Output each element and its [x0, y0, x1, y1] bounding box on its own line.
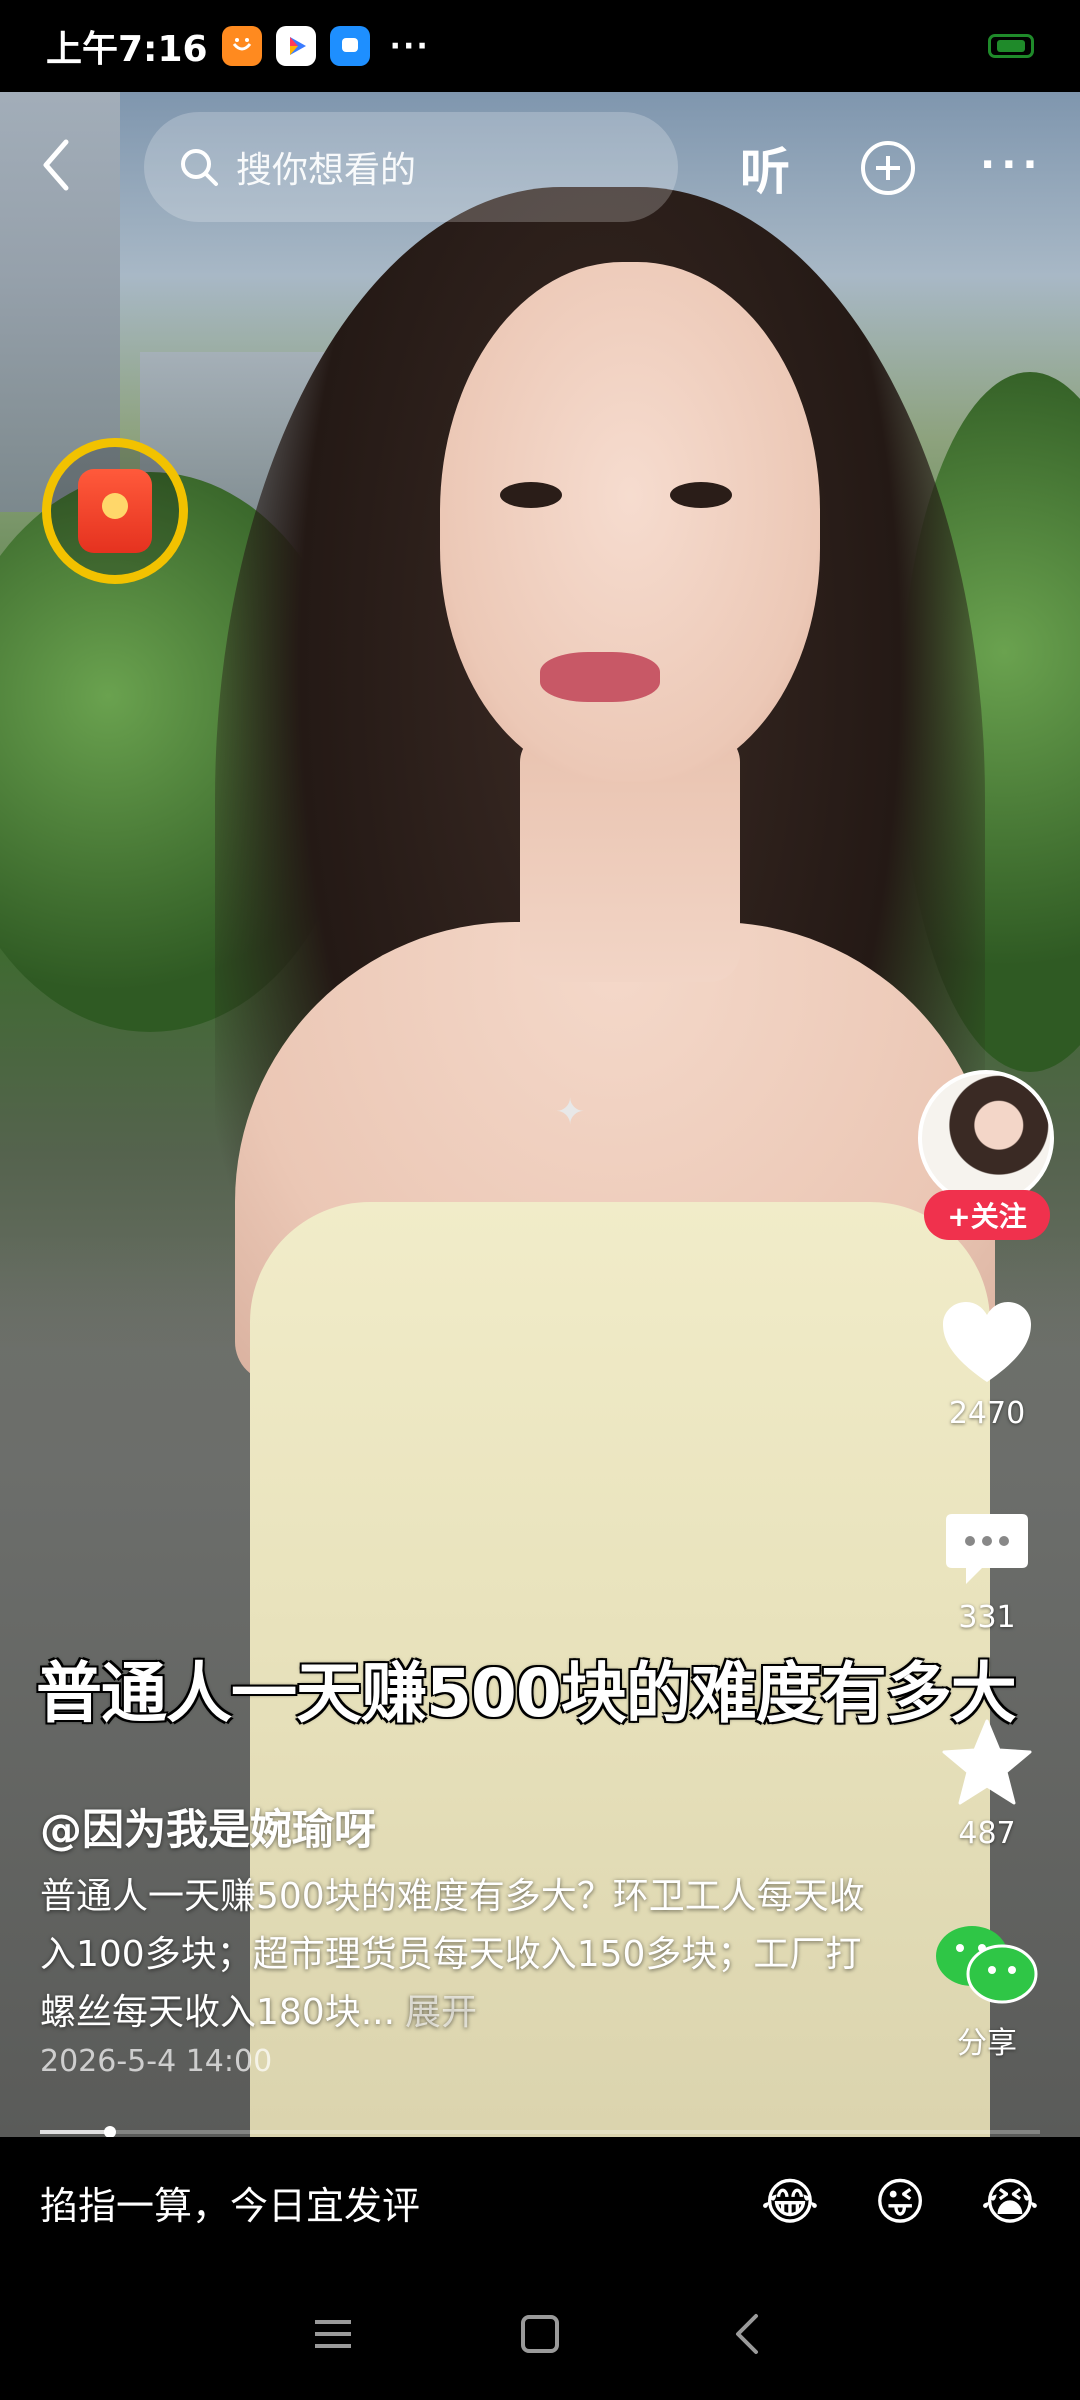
plus-circle-icon	[861, 141, 915, 195]
share-button[interactable]: 分享	[917, 1922, 1057, 2062]
status-indicators	[988, 34, 1034, 58]
menu-button[interactable]	[303, 2304, 363, 2364]
more-button[interactable]: ···	[980, 142, 1044, 188]
person-eye	[500, 482, 562, 508]
back-button[interactable]	[36, 130, 96, 210]
progress-fill	[40, 2130, 110, 2134]
listen-button[interactable]: 听	[740, 132, 790, 204]
crying-emoji-button[interactable]: 😭	[980, 2172, 1040, 2232]
person-eye	[670, 482, 732, 508]
search-input[interactable]: 搜你想看的	[144, 112, 678, 222]
chevron-left-icon	[43, 139, 69, 191]
video-player-icon	[275, 26, 316, 66]
heart-icon	[943, 1302, 1031, 1382]
message-app-icon	[329, 26, 370, 66]
system-nav-bar	[0, 2267, 1080, 2400]
chevron-left-icon	[735, 2313, 758, 2354]
person-lips	[540, 652, 660, 702]
comment-count: 331	[958, 1600, 1016, 1635]
author-name[interactable]: @因为我是婉瑜呀	[40, 1796, 376, 1857]
menu-icon	[315, 2319, 352, 2348]
search-placeholder: 搜你想看的	[236, 150, 417, 191]
home-button[interactable]	[510, 2304, 570, 2364]
video-progress-bar[interactable]	[40, 2126, 1040, 2138]
status-time: 上午7:16	[46, 29, 208, 70]
winking-emoji-button[interactable]: 😜	[870, 2172, 930, 2232]
red-envelope-button[interactable]	[42, 438, 188, 584]
comment-input[interactable]: 掐指一算，今日宜发评	[40, 2175, 420, 2230]
more-notifications-icon: ···	[389, 28, 430, 64]
top-bar: 搜你想看的 听 ···	[0, 100, 1080, 240]
follow-button[interactable]: +关注	[924, 1190, 1050, 1240]
butterfly-pendant: ✦	[555, 1092, 586, 1133]
video-description[interactable]: 普通人一天赚500块的难度有多大？环卫工人每天收入100多块；超市理货员每天收入…	[40, 1868, 890, 2042]
favorite-button[interactable]: 487	[917, 1718, 1057, 1851]
person-face	[440, 262, 820, 782]
like-button[interactable]: 2470	[917, 1300, 1057, 1431]
red-envelope-icon	[78, 469, 152, 553]
expand-link[interactable]: 展开	[405, 1992, 477, 2033]
battery-icon	[988, 34, 1034, 58]
status-bar: 上午7:16 ···	[0, 0, 1080, 92]
square-icon	[520, 2314, 559, 2353]
favorite-count: 487	[958, 1816, 1016, 1851]
comment-button[interactable]: 331	[917, 1510, 1057, 1635]
like-count: 2470	[948, 1396, 1026, 1431]
taobao-icon	[221, 26, 262, 66]
author-avatar[interactable]	[918, 1070, 1054, 1206]
post-date: 2026-5-4 14:00	[40, 2044, 273, 2079]
laughing-emoji-button[interactable]: 😂	[760, 2172, 820, 2232]
quick-emoji-row: 😂 😜 😭	[760, 2172, 1040, 2232]
comment-icon	[946, 1514, 1028, 1584]
search-icon	[181, 149, 218, 186]
wechat-icon	[936, 1926, 1038, 2004]
video-overlay-title: 普通人一天赚500块的难度有多大	[36, 1655, 1017, 1732]
comment-bar: 掐指一算，今日宜发评 😂 😜 😭	[0, 2137, 1080, 2267]
system-back-button[interactable]	[717, 2304, 777, 2364]
add-button[interactable]	[858, 138, 918, 198]
share-label: 分享	[957, 2026, 1017, 2061]
